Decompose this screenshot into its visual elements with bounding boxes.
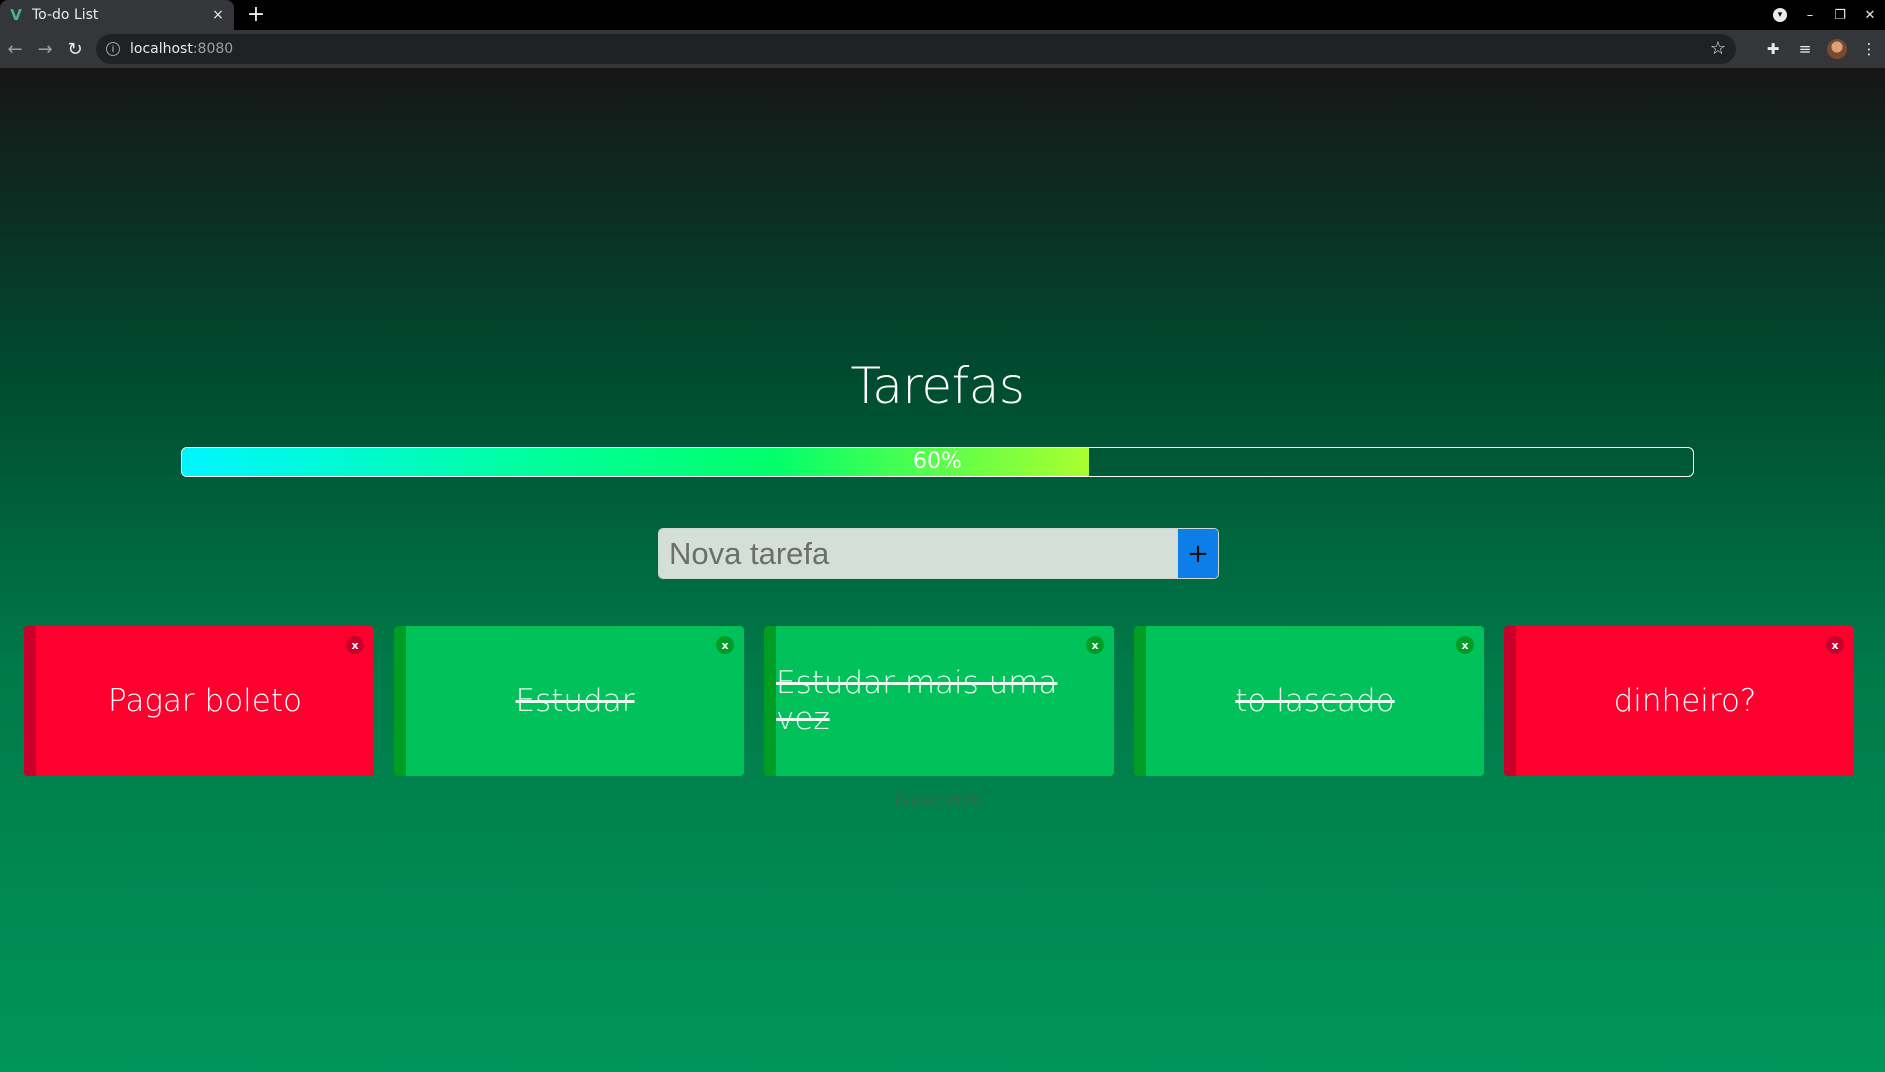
browser-toolbar: ← → ↻ i localhost:8080 ☆ ✚ ≡ ⋮ xyxy=(0,30,1885,68)
delete-task-icon[interactable]: x xyxy=(346,636,364,654)
star-icon[interactable]: ☆ xyxy=(1710,38,1726,59)
task-card[interactable]: Estudar mais uma vez x xyxy=(764,626,1114,776)
close-window-icon[interactable]: ✕ xyxy=(1855,0,1885,30)
task-label: Estudar xyxy=(515,683,635,719)
task-label: Estudar mais uma vez xyxy=(776,665,1058,737)
task-card[interactable]: Estudar x xyxy=(394,626,744,776)
new-task-form: + xyxy=(658,528,1219,579)
window-controls: ▾ – ❐ ✕ xyxy=(1765,0,1885,30)
browser-tab[interactable]: V To-do List × xyxy=(0,0,234,30)
task-label: Pagar boleto xyxy=(108,683,302,719)
avatar[interactable] xyxy=(1821,34,1853,64)
delete-task-icon[interactable]: x xyxy=(1086,636,1104,654)
delete-task-icon[interactable]: x xyxy=(1456,636,1474,654)
info-icon[interactable]: i xyxy=(106,42,120,56)
task-card[interactable]: Pagar boleto x xyxy=(24,626,374,776)
new-tab-button[interactable]: + xyxy=(244,3,268,27)
media-icon[interactable]: ≡ xyxy=(1789,34,1821,64)
address-bar[interactable]: i localhost:8080 ☆ xyxy=(96,34,1736,64)
progress-bar: 60% xyxy=(181,447,1694,477)
progress-label: 60% xyxy=(913,449,962,474)
delete-task-icon[interactable]: x xyxy=(1826,636,1844,654)
tab-title: To-do List xyxy=(32,7,99,23)
forward-icon[interactable]: → xyxy=(30,34,60,64)
footer-credit: isaacwrk xyxy=(893,787,982,811)
extensions-icon[interactable]: ✚ xyxy=(1757,34,1789,64)
profile-menu-icon[interactable]: ▾ xyxy=(1765,0,1795,30)
reload-icon[interactable]: ↻ xyxy=(60,34,90,64)
minimize-icon[interactable]: – xyxy=(1795,0,1825,30)
toolbar-actions: ✚ ≡ ⋮ xyxy=(1757,34,1885,64)
task-label: to lascado xyxy=(1235,683,1395,719)
menu-icon[interactable]: ⋮ xyxy=(1853,34,1885,64)
task-card[interactable]: to lascado x xyxy=(1134,626,1484,776)
delete-task-icon[interactable]: x xyxy=(716,636,734,654)
new-task-input[interactable] xyxy=(659,529,1177,578)
restore-icon[interactable]: ❐ xyxy=(1825,0,1855,30)
task-grid: Pagar boleto x Estudar x Estudar mais uma ve… xyxy=(24,626,1854,776)
page-title: Tarefas xyxy=(850,357,1025,415)
task-card[interactable]: dinheiro? x xyxy=(1504,626,1854,776)
url-port: :8080 xyxy=(192,41,234,57)
add-task-button[interactable]: + xyxy=(1177,529,1218,578)
app-page: Tarefas 60% + Pagar boletoxEstudarxEstud… xyxy=(0,68,1885,1072)
task-label: dinheiro? xyxy=(1613,683,1757,719)
url-host: localhost xyxy=(130,41,193,57)
vue-favicon-icon: V xyxy=(10,6,22,24)
tab-close-icon[interactable]: × xyxy=(210,7,226,23)
tab-strip: V To-do List × + ▾ – ❐ ✕ xyxy=(0,0,1885,30)
back-icon[interactable]: ← xyxy=(0,34,30,64)
